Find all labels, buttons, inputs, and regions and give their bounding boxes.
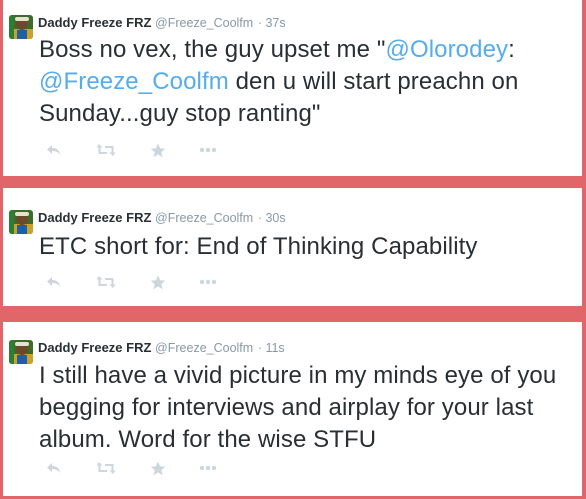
tweet-timestamp[interactable]: · 37s: [258, 16, 286, 30]
avatar[interactable]: [9, 15, 33, 39]
retweet-icon[interactable]: [95, 458, 117, 478]
tweet-header: Daddy Freeze FRZ @Freeze_Coolfm · 37s: [38, 15, 286, 31]
favorite-icon[interactable]: [147, 272, 169, 292]
mention-link[interactable]: @Freeze_Coolfm: [39, 68, 229, 95]
more-icon[interactable]: [197, 140, 219, 160]
favorite-icon[interactable]: [147, 140, 169, 160]
tweet-timestamp[interactable]: · 30s: [258, 211, 286, 225]
tweet-text-segment: Boss no vex, the guy upset me ": [39, 36, 386, 63]
more-icon[interactable]: [197, 272, 219, 292]
mention-link[interactable]: @Olorodey: [385, 36, 508, 63]
reply-icon[interactable]: [43, 272, 65, 292]
tweet-card[interactable]: Daddy Freeze FRZ @Freeze_Coolfm · 37s Bo…: [3, 0, 582, 176]
retweet-icon[interactable]: [95, 140, 117, 160]
favorite-icon[interactable]: [147, 458, 169, 478]
more-icon[interactable]: [197, 458, 219, 478]
tweet-text: Boss no vex, the guy upset me "@Olorodey…: [39, 34, 574, 130]
author-handle[interactable]: @Freeze_Coolfm: [155, 16, 253, 30]
author-name[interactable]: Daddy Freeze FRZ: [38, 15, 151, 30]
tweet-text: ETC short for: End of Thinking Capabilit…: [39, 233, 478, 260]
author-name[interactable]: Daddy Freeze FRZ: [38, 340, 151, 355]
retweet-icon[interactable]: [95, 272, 117, 292]
author-handle[interactable]: @Freeze_Coolfm: [155, 211, 253, 225]
avatar[interactable]: [9, 210, 33, 234]
author-name[interactable]: Daddy Freeze FRZ: [38, 210, 151, 225]
author-handle[interactable]: @Freeze_Coolfm: [155, 341, 253, 355]
tweet-header: Daddy Freeze FRZ @Freeze_Coolfm · 11s: [38, 340, 285, 356]
tweet-header: Daddy Freeze FRZ @Freeze_Coolfm · 30s: [38, 210, 286, 226]
avatar[interactable]: [9, 340, 33, 364]
tweet-timestamp[interactable]: · 11s: [258, 341, 285, 355]
tweet-card[interactable]: Daddy Freeze FRZ @Freeze_Coolfm · 11s I …: [3, 322, 582, 496]
tweet-card[interactable]: Daddy Freeze FRZ @Freeze_Coolfm · 30s ET…: [3, 188, 582, 306]
tweet-text: I still have a vivid picture in my minds…: [39, 362, 557, 453]
reply-icon[interactable]: [43, 140, 65, 160]
reply-icon[interactable]: [43, 458, 65, 478]
tweet-text-segment: :: [508, 36, 515, 63]
